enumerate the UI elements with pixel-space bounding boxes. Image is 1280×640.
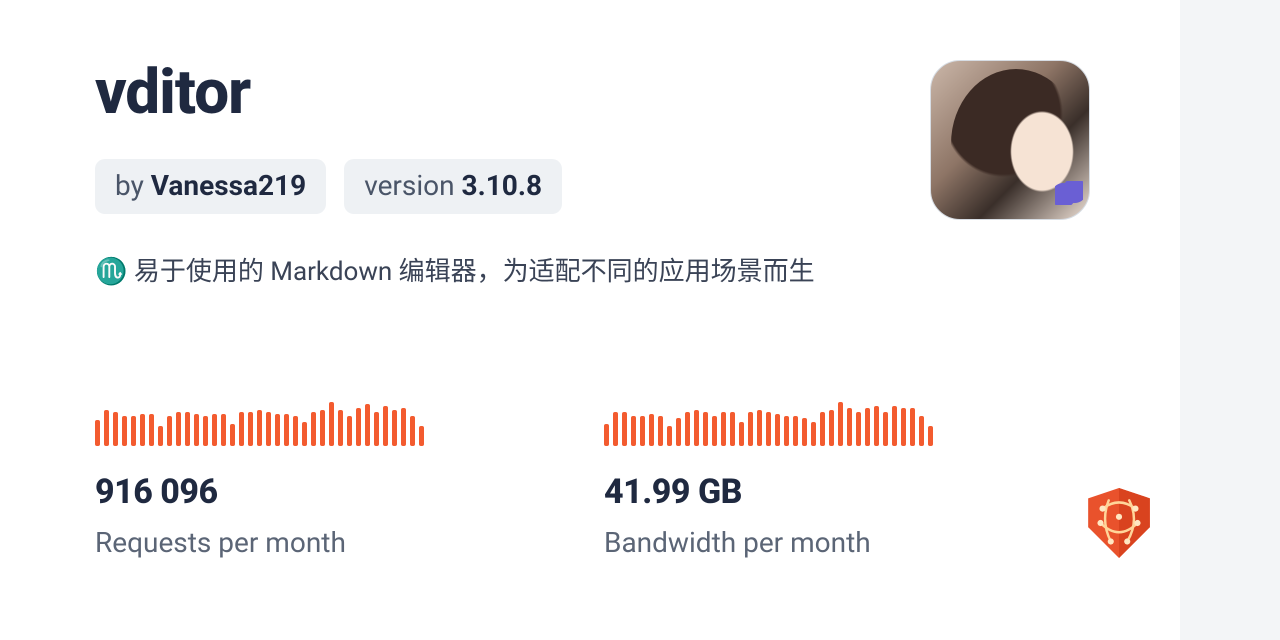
- side-strip: [1180, 0, 1280, 640]
- version-value: 3.10.8: [462, 169, 543, 202]
- stat-bandwidth: 41.99 GB Bandwidth per month: [604, 400, 933, 559]
- bandwidth-sparkline: [604, 400, 933, 446]
- author-name: Vanessa219: [151, 169, 306, 202]
- requests-label: Requests per month: [95, 526, 424, 559]
- stat-requests: 916 096 Requests per month: [95, 400, 424, 559]
- version-badge: version 3.10.8: [344, 159, 562, 214]
- bandwidth-value: 41.99 GB: [604, 472, 933, 512]
- author-badge[interactable]: by Vanessa219: [95, 159, 326, 214]
- package-title: vditor: [95, 60, 562, 125]
- version-prefix: version: [364, 169, 461, 202]
- avatar: [930, 60, 1090, 220]
- author-prefix: by: [115, 169, 151, 202]
- requests-value: 916 096: [95, 472, 424, 512]
- jsdelivr-icon: [1086, 486, 1152, 560]
- package-description: ♏ 易于使用的 Markdown 编辑器，为适配不同的应用场景而生: [95, 254, 995, 290]
- requests-sparkline: [95, 400, 424, 446]
- bandwidth-label: Bandwidth per month: [604, 526, 933, 559]
